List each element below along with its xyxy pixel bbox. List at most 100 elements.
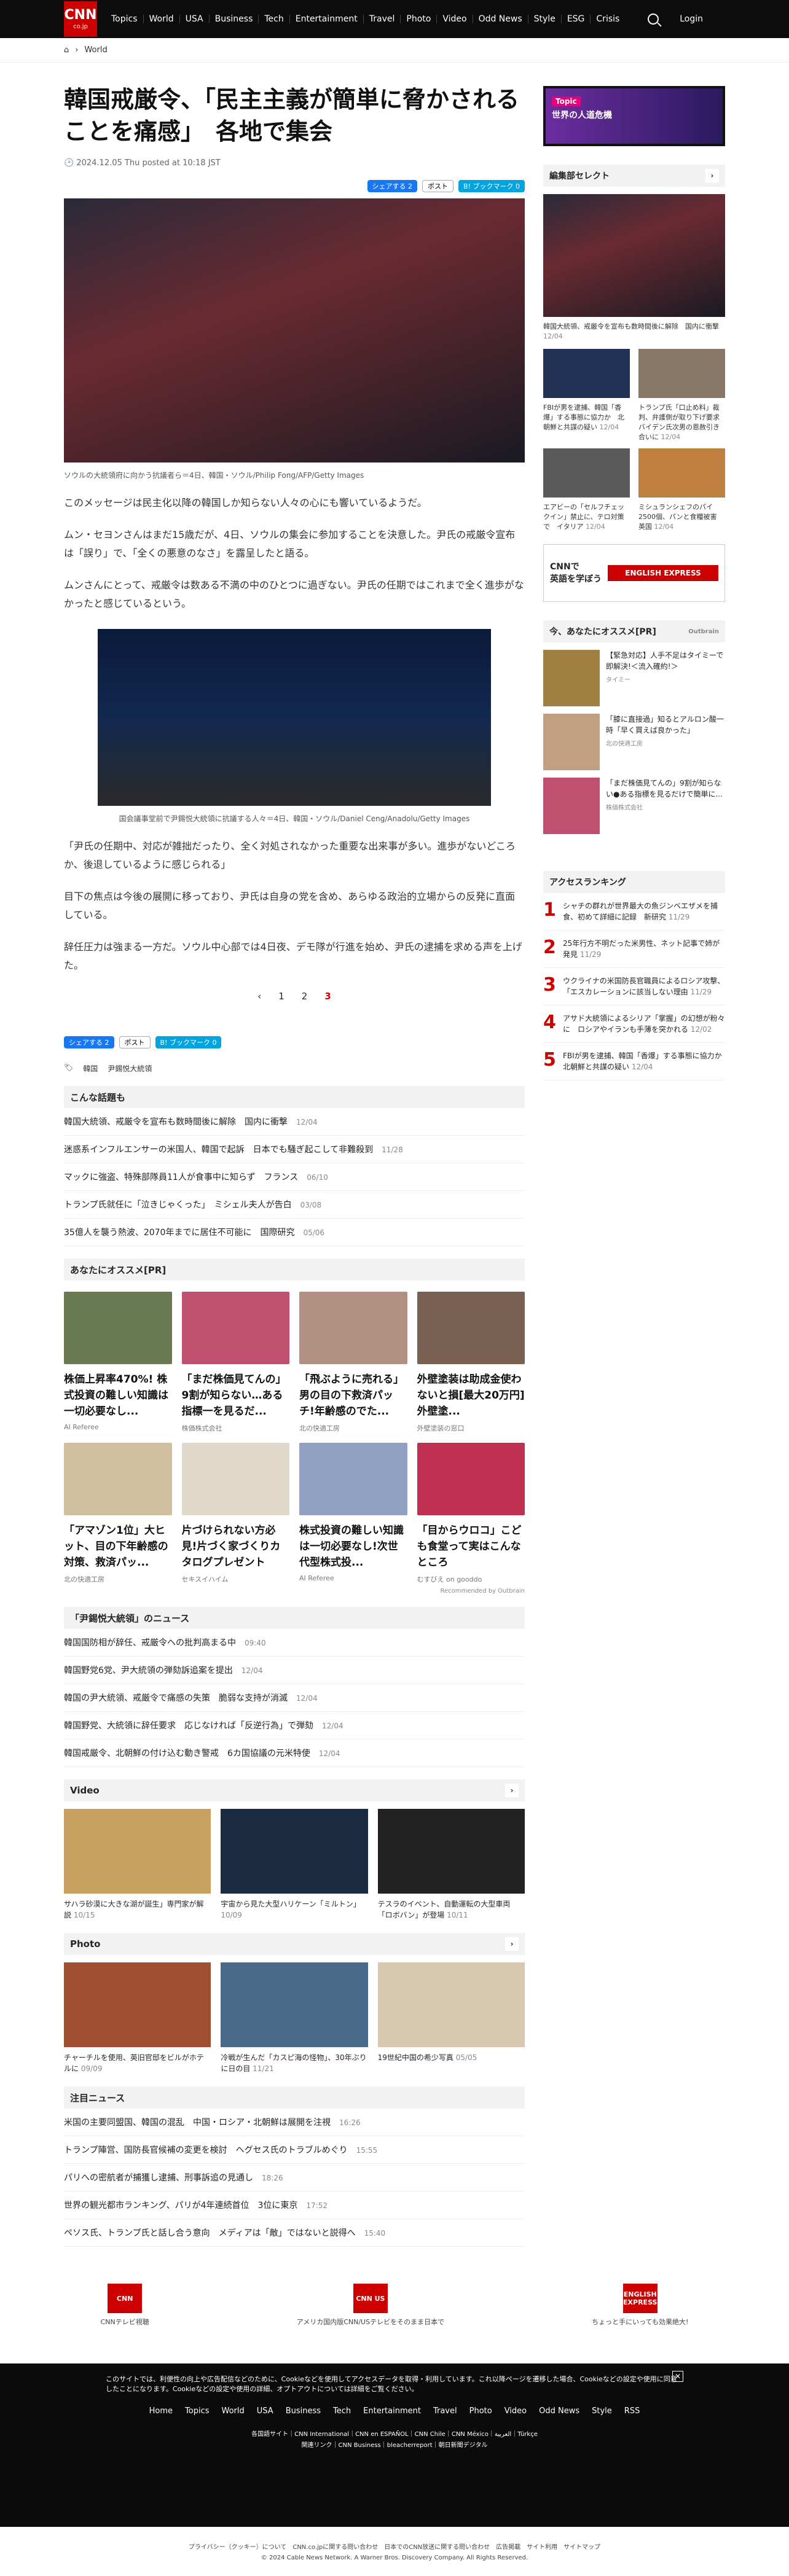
footer-service[interactable]: CNN US アメリカ国内版CNN/USテレビをそのまま日本で (297, 2284, 444, 2327)
footer-nav-item[interactable]: Travel (433, 2406, 457, 2416)
page-link[interactable]: 2 (302, 991, 308, 1002)
editor-headline[interactable]: エアビーの「セルフチェックイン」禁止に、テロ対策で イタリア 12/04 (543, 502, 630, 532)
video-thumb[interactable] (377, 1809, 525, 1894)
x-post-button[interactable]: ポスト (119, 1036, 151, 1048)
ranking-item[interactable]: 3 ウクライナの米国防長官職員によるロシア攻撃、「エスカレーションに該当しない理由… (543, 968, 725, 1005)
footer-service-logo[interactable]: ENGLISH EXPRESS (622, 2284, 658, 2313)
ranking-item[interactable]: 1 シャチの群れが世界最大の魚ジンベエザメを捕食、初めて詳細に記録 新研究 11/… (543, 893, 725, 931)
facebook-share-button[interactable]: シェアする 2 (64, 1036, 114, 1048)
ranking-item[interactable]: 2 25年行方不明だった米男性、ネット記事で姉が発見 11/29 (543, 931, 725, 968)
video-item[interactable]: 宇宙から見た大型ハリケーン「ミルトン」 10/09 (221, 1809, 368, 1921)
nav-item[interactable]: World (144, 15, 180, 23)
footer-nav-item[interactable]: USA (257, 2406, 273, 2416)
pr-image[interactable] (64, 1443, 172, 1515)
rank-headline[interactable]: 25年行方不明だった米男性、ネット記事で姉が発見 11/29 (563, 938, 725, 960)
page-link[interactable]: 1 (278, 991, 285, 1002)
news-list-item[interactable]: トランプ氏就任に「泣きじゃくった」 ミシェル夫人が告白 03/08 (64, 1191, 525, 1219)
footer-links-info[interactable]: プライバシー（クッキー）について CNN.co.jpに関する問い合わせ 日本での… (0, 2542, 789, 2551)
facebook-share-button[interactable]: シェアする 2 (367, 180, 418, 192)
english-express-banner[interactable]: CNNで 英語を学ぼう ENGLISH EXPRESS (543, 544, 725, 602)
page-link[interactable]: 3 (324, 991, 331, 1002)
pr-image[interactable] (417, 1292, 525, 1364)
news-list-item[interactable]: ペソス氏、トランプ氏と話し合う意向 メディアは「敵」ではないと説得へ 15:40 (64, 2219, 525, 2247)
pr-title[interactable]: 「まだ株価見てんの」9割が知らない…ある指標一を見るだ... (182, 1372, 290, 1419)
editor-thumb[interactable] (543, 448, 630, 498)
nav-item[interactable]: Tech (259, 15, 290, 23)
hatena-bookmark-button[interactable]: B! ブックマーク 0 (458, 180, 525, 192)
editor-thumb[interactable] (543, 349, 630, 398)
news-list-item[interactable]: 35億人を襲う熱波、2070年までに居住不可能に 国際研究 05/06 (64, 1219, 525, 1246)
footer-nav-item[interactable]: Home (149, 2406, 173, 2416)
side-pr-thumb[interactable] (543, 714, 600, 770)
footer-links-related[interactable]: 関連リンク｜CNN Business｜bleacherreport｜朝日新聞デジ… (0, 2440, 789, 2451)
pr-card[interactable]: 株価上昇率470%! 株式投資の難しい知識は一切必要なし... AI Refere… (64, 1292, 172, 1433)
pr-title[interactable]: 片づけられない方必見!片づく家づくりカタログプレゼント (182, 1523, 290, 1571)
footer-nav-item[interactable]: Topics (185, 2406, 209, 2416)
photo-item[interactable]: 19世紀中国の希少写真 05/05 (377, 1962, 525, 2074)
editor-headline[interactable]: トランプ氏「口止め料」裁判、弁護側が取り下げ要求 バイデン氏次男の恩赦引き合いに… (638, 403, 726, 442)
side-pr-thumb[interactable] (543, 778, 600, 834)
home-icon[interactable]: ⌂ (64, 45, 69, 55)
rank-headline[interactable]: シャチの群れが世界最大の魚ジンベエザメを捕食、初めて詳細に記録 新研究 11/2… (563, 900, 725, 923)
editor-select-item[interactable]: エアビーの「セルフチェックイン」禁止に、テロ対策で イタリア 12/04 (543, 448, 630, 532)
footer-nav-item[interactable]: RSS (624, 2406, 640, 2416)
pr-card[interactable]: 株式投資の難しい知識は一切必要なし!次世代型株式投... AI Referee (299, 1443, 407, 1584)
side-pr-item[interactable]: 「まだ株価見てんの」9割が知らない●ある指標を見るだけで簡単に... 株価株式会社 (543, 778, 725, 834)
editor-select-headline[interactable]: 韓国大統領、戒厳令を宣布も数時間後に解除 国内に衝撃 12/04 (543, 322, 725, 342)
pr-image[interactable] (181, 1443, 289, 1515)
footer-service-logo[interactable]: CNN (108, 2284, 143, 2313)
editor-select-photo[interactable] (543, 194, 725, 317)
headline[interactable]: トランプ陣営、国防長官候補の変更を検討 ヘグセス氏のトラブルめぐり (64, 2145, 348, 2155)
nav-item[interactable]: Entertainment (290, 15, 364, 23)
video-caption[interactable]: テスラのイベント、自動運転の大型車両「ロボバン」が登場 10/11 (378, 1899, 525, 1921)
nav-item[interactable]: Photo (401, 15, 438, 23)
footer-nav-item[interactable]: Entertainment (363, 2406, 421, 2416)
editor-headline[interactable]: ミシュランシェフのパイ2500個、パンと食糧被害 英国 12/04 (638, 502, 725, 532)
rank-headline[interactable]: ウクライナの米国防長官職員によるロシア攻撃、「エスカレーションに該当しない理由 … (563, 975, 725, 997)
news-list-item[interactable]: 韓国野党、大統領に辞任要求 応じなければ「反逆行為」で弾劾 12/04 (64, 1712, 525, 1739)
pr-title[interactable]: 外壁塗装は助成金使わないと損[最大20万円]外壁塗... (417, 1372, 525, 1419)
editor-thumb[interactable] (638, 448, 725, 498)
headline[interactable]: 世界の観光都市ランキング、パリが4年連続首位 3位に東京 (64, 2201, 297, 2211)
side-pr-item[interactable]: 【緊急対応】人手不足はタイミーで即解決!＜流入確約!＞ タイミー (543, 650, 725, 706)
photo-caption[interactable]: 冷戦が生んだ「カスピ海の怪物」、30年ぶりに日の目 11/21 (221, 2052, 367, 2074)
headline[interactable]: 迷惑系インフルエンサーの米国人、韓国で起訴 日本でも騒ぎ起こして非難殺到 (64, 1145, 373, 1155)
pr-card[interactable]: 外壁塗装は助成金使わないと損[最大20万円]外壁塗... 外壁塗装の窓口 (417, 1292, 525, 1433)
headline[interactable]: マックに強盗、特殊部隊員11人が食事中に知らず フランス (64, 1173, 298, 1182)
outbrain-credit[interactable]: Recommended by Outbrain (64, 1588, 525, 1594)
nav-item[interactable]: USA (180, 15, 210, 23)
editor-select-item[interactable]: トランプ氏「口止め料」裁判、弁護側が取り下げ要求 バイデン氏次男の恩赦引き合いに… (638, 349, 726, 442)
photo-caption[interactable]: 19世紀中国の希少写真 05/05 (378, 2052, 525, 2063)
news-list-item[interactable]: トランプ陣営、国防長官候補の変更を検討 ヘグセス氏のトラブルめぐり 15:55 (64, 2136, 525, 2164)
x-post-button[interactable]: ポスト (422, 180, 454, 192)
headline[interactable]: 韓国野党6党、尹大統領の弾劾訴追案を提出 (64, 1666, 233, 1676)
close-icon[interactable]: ✕ (672, 2371, 683, 2382)
footer-nav-item[interactable]: Video (504, 2406, 527, 2416)
rank-headline[interactable]: FBIが男を逮捕、韓国「香爆」する事態に協力か 北朝鮮と共謀の疑い 12/04 (563, 1050, 729, 1072)
footer-nav-item[interactable]: Style (592, 2406, 612, 2416)
news-list-item[interactable]: 迷惑系インフルエンサーの米国人、韓国で起訴 日本でも騒ぎ起こして非難殺到 11/2… (64, 1136, 525, 1163)
nav-item[interactable]: Video (437, 15, 473, 23)
news-list-item[interactable]: 米国の主要同盟国、韓国の混乱 中国・ロシア・北朝鮮は展開を注視 16:26 (64, 2109, 525, 2136)
editor-thumb[interactable] (638, 349, 725, 398)
headline[interactable]: 韓国大統領、戒厳令を宣布も数時間後に解除 国内に衝撃 (64, 1117, 288, 1127)
footer-service-logo[interactable]: CNN US (353, 2284, 388, 2313)
video-caption[interactable]: 宇宙から見た大型ハリケーン「ミルトン」 10/09 (221, 1899, 367, 1921)
nav-item[interactable]: Topics (106, 15, 144, 23)
video-caption[interactable]: サハラ砂漠に大きな湖が誕生」専門家が解説 10/15 (64, 1899, 211, 1921)
search-icon[interactable] (648, 14, 659, 25)
footer-nav-item[interactable]: Odd News (539, 2406, 579, 2416)
pr-image[interactable] (299, 1292, 407, 1364)
ranking-item[interactable]: 5 FBIが男を逮捕、韓国「香爆」する事態に協力か 北朝鮮と共謀の疑い 12/04 (543, 1043, 729, 1080)
editor-select-item[interactable]: ミシュランシェフのパイ2500個、パンと食糧被害 英国 12/04 (638, 448, 725, 532)
pr-image[interactable] (64, 1292, 172, 1364)
pr-card[interactable]: 「目からウロコ」こども食堂って実はこんなところ むすびえ on gooddo (417, 1443, 525, 1584)
pr-title[interactable]: 株式投資の難しい知識は一切必要なし!次世代型株式投... (299, 1523, 407, 1571)
news-list-item[interactable]: 韓国の尹大統領、戒厳令で痛感の失策 脆弱な支持が消滅 12/04 (64, 1684, 525, 1712)
headline[interactable]: パリへの密航者が捕獲し逮捕、刑事訴追の見通し (64, 2173, 253, 2183)
tag-link[interactable]: 尹錫悦大統領 (108, 1063, 152, 1074)
headline[interactable]: 韓国国防相が辞任、戒厳令への批判高まる中 (64, 1638, 236, 1648)
side-pr-title[interactable]: 「まだ株価見てんの」9割が知らない●ある指標を見るだけで簡単に... (606, 778, 725, 800)
pr-title[interactable]: 株価上昇率470%! 株式投資の難しい知識は一切必要なし... (64, 1372, 172, 1419)
cnn-logo[interactable]: CNN co.jp (64, 1, 97, 37)
